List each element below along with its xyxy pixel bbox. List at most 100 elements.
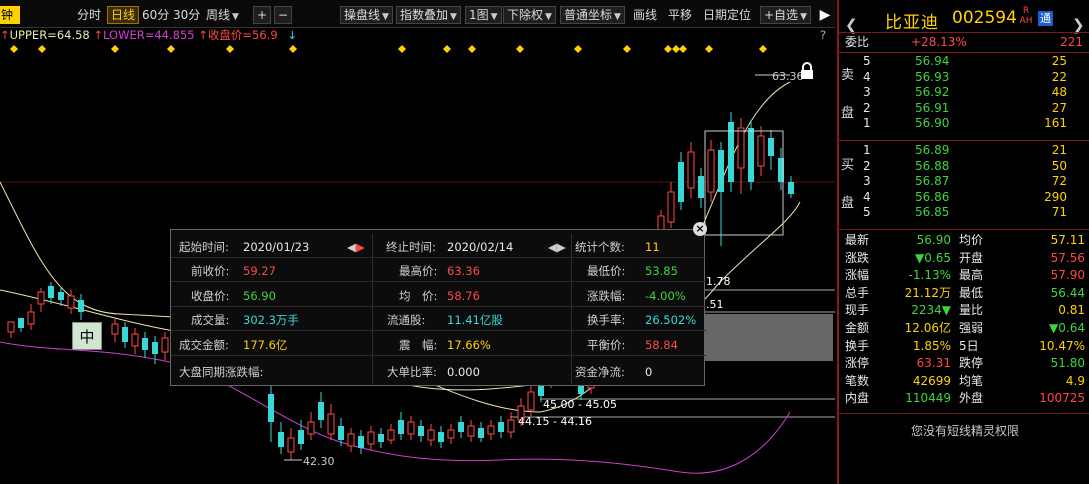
zoom-in-button[interactable]: + [253,6,271,24]
volume-label: 成交量: [191,313,230,327]
order-volume: 27 [1051,100,1067,115]
rah-badge[interactable]: R AH [1018,6,1034,26]
stat-label: 涨停 [845,356,870,371]
candle-body [447,429,455,439]
weibi-val: 221 [1060,35,1083,49]
date-locate-button[interactable]: 日期定位 [700,6,754,24]
caopan-dropdown[interactable]: 操盘线 ▼ [340,6,393,24]
period-min-tab[interactable]: 钟 [0,6,20,24]
candle-body [307,421,315,435]
candle-body [427,429,435,441]
big-order-value: 0.000 [447,365,480,379]
order-price: 56.89 [915,143,950,157]
candle-body [378,434,384,442]
period-day-tab[interactable]: 日线 [107,6,140,24]
add-watchlist-label: +自选 [764,8,799,22]
period-fenshi-tab[interactable]: 分时 [74,6,104,24]
order-book-row[interactable]: 1 56.90 161 [839,116,1089,132]
period-60-tab[interactable]: 60分 [139,6,172,24]
period-week-label: 周线 [206,8,231,22]
order-price: 56.90 [915,116,950,130]
zoom-out-button[interactable]: − [274,6,292,24]
avg-value: 58.76 [447,289,480,303]
stat-label: 涨幅 [845,268,870,283]
stat-value: 56.90 [916,233,951,247]
rah-r: R [1022,6,1030,16]
exright-dropdown[interactable]: 下除权 ▼ [503,6,556,24]
order-book-row[interactable]: 2 56.91 27 [839,101,1089,117]
chevron-down-icon: ▼ [490,12,498,22]
stat-value: ▼0.65 [915,250,951,265]
event-diamond-icon [705,45,713,53]
end-time-arrows-icon[interactable]: ◀▶ [548,236,566,258]
event-diamond-icon [574,45,582,53]
collapse-icon[interactable]: ▶ [818,6,832,24]
interval-stats-panel: 起始时间: 2020/01/23 ◀▶ 终止时间: 2020/02/14 ◀▶ … [170,229,706,386]
candle-body [131,333,139,347]
middle-band-badge[interactable]: 中 [72,322,102,350]
event-diamond-icon [226,45,234,53]
candle-body [407,421,415,435]
end-time-label: 终止时间: [386,240,436,254]
stat-value: 100725 [1039,391,1085,406]
stat-value: 51.80 [1050,356,1085,371]
order-book-row[interactable]: 4 56.86 290 [839,190,1089,206]
layout-dropdown[interactable]: 1图 ▼ [465,6,502,24]
candle-body [757,135,765,167]
order-level: 5 [863,205,871,219]
order-book-row[interactable]: 5 56.94 25 [839,54,1089,70]
stat-value: 12.06亿 [904,321,951,335]
period-30-tab[interactable]: 30分 [170,6,203,24]
net-flow-label: 资金净流: [575,365,625,379]
candle-body [7,321,15,333]
order-book-row[interactable]: 4 56.93 22 [839,70,1089,86]
stat-value: 56.44 [1050,285,1085,300]
stat-label: 涨跌 [845,250,870,265]
help-icon[interactable]: ? [820,28,826,42]
stats-row: 前收价: 59.27 最高价: 63.36 最低价: 53.85 [171,260,706,282]
volume-value: 302.3万手 [243,313,299,327]
lock-icon[interactable] [801,62,813,79]
upper-value: UPPER=64.58 [9,28,90,42]
order-book-row[interactable]: 2 56.88 50 [839,159,1089,175]
candle-body [487,425,495,435]
start-time-arrows-icon[interactable]: ◀▶ [347,236,365,258]
candle-body [527,391,535,411]
stat-value: 21.12万 [904,285,951,300]
order-price: 56.94 [915,54,950,68]
candle-body [458,422,464,432]
order-book-row[interactable]: 5 56.85 71 [839,205,1089,221]
stat-value: 57.90 [1050,268,1085,283]
order-book-row[interactable]: 3 56.92 48 [839,85,1089,101]
order-level: 1 [863,116,871,130]
period-week-dropdown[interactable]: 周线 ▼ [203,6,242,24]
pan-button[interactable]: 平移 [665,6,695,24]
big-order-label: 大单比率: [387,365,437,379]
candle-body [338,426,344,440]
candle-body [718,150,724,192]
prev-close-label: 前收价: [191,264,230,278]
order-book-row[interactable]: 3 56.87 72 [839,174,1089,190]
price-zone-band [705,314,833,361]
float-value: 11.41亿股 [447,313,503,327]
add-watchlist-dropdown[interactable]: +自选 ▼ [760,6,811,24]
candle-body [142,338,148,350]
quote-stat-row: 涨停 63.31 跌停 51.80 [839,356,1089,372]
index-overlay-dropdown[interactable]: 指数叠加 ▼ [396,6,461,24]
stat-value: 4.9 [1065,373,1085,388]
chevron-down-icon: ▼ [450,12,457,22]
order-book-row[interactable]: 1 56.89 21 [839,143,1089,159]
candle-body [678,162,684,202]
close-icon[interactable]: × [693,222,707,236]
turnover-value: 26.502% [645,313,697,327]
event-diamond-icon [10,45,18,53]
order-volume: 290 [1044,189,1067,204]
tong-badge[interactable]: 通 [1038,11,1053,26]
low-price-label: 42.30 [303,455,335,468]
low-label: 最低价: [587,264,626,278]
axis-dropdown[interactable]: 普通坐标 ▼ [560,6,625,24]
draw-line-button[interactable]: 画线 [630,6,660,24]
candle-body [387,429,395,441]
candle-body [507,419,515,433]
rah-ah: AH [1019,16,1033,26]
